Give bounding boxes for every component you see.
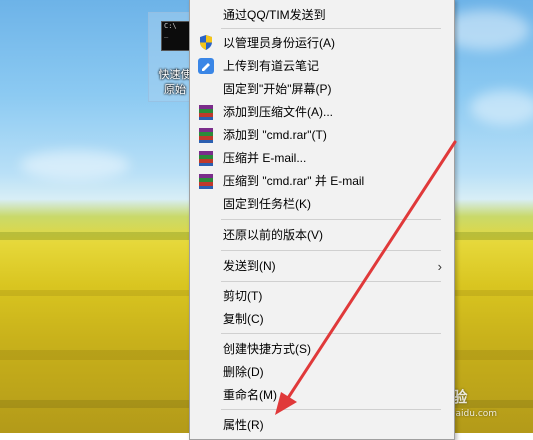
winrar-icon — [198, 173, 214, 189]
menu-item-compress-email[interactable]: 压缩并 E-mail... — [190, 147, 454, 169]
winrar-icon — [198, 127, 214, 143]
menu-separator — [221, 281, 441, 282]
cloud — [470, 90, 533, 125]
menu-item-label: 压缩到 "cmd.rar" 并 E-mail — [223, 174, 365, 188]
menu-item-label: 剪切(T) — [223, 289, 263, 303]
menu-item-pin-taskbar[interactable]: 固定到任务栏(K) — [190, 193, 454, 215]
menu-separator — [221, 409, 441, 410]
menu-item-label: 上传到有道云笔记 — [223, 59, 320, 73]
menu-item-label: 发送到(N) — [223, 259, 276, 273]
menu-item-add-archive[interactable]: 添加到压缩文件(A)... — [190, 101, 454, 123]
cmd-icon: C:\ _ — [161, 21, 191, 51]
menu-item-label: 通过QQ/TIM发送到 — [223, 8, 326, 22]
menu-separator — [221, 219, 441, 220]
menu-item-run-as-admin[interactable]: 以管理员身份运行(A) — [190, 32, 454, 54]
menu-item-restore-versions[interactable]: 还原以前的版本(V) — [190, 224, 454, 246]
menu-item-label: 以管理员身份运行(A) — [223, 36, 335, 50]
menu-item-create-shortcut[interactable]: 创建快捷方式(S) — [190, 338, 454, 360]
cloud — [20, 150, 130, 180]
chevron-right-icon: › — [437, 259, 442, 274]
menu-separator — [221, 333, 441, 334]
menu-item-label: 删除(D) — [223, 365, 264, 379]
menu-item-compress-cmd-email[interactable]: 压缩到 "cmd.rar" 并 E-mail — [190, 170, 454, 192]
menu-separator — [221, 250, 441, 251]
menu-item-label: 固定到"开始"屏幕(P) — [223, 82, 332, 96]
menu-item-copy[interactable]: 复制(C) — [190, 308, 454, 330]
menu-item-label: 添加到 "cmd.rar"(T) — [223, 128, 327, 142]
menu-item-label: 固定到任务栏(K) — [223, 197, 311, 211]
menu-item-label: 复制(C) — [223, 312, 264, 326]
menu-item-pin-start[interactable]: 固定到"开始"屏幕(P) — [190, 78, 454, 100]
menu-item-label: 属性(R) — [223, 418, 264, 432]
menu-item-youdao-note[interactable]: 上传到有道云笔记 — [190, 55, 454, 77]
youdao-note-icon — [198, 58, 214, 74]
menu-item-label: 还原以前的版本(V) — [223, 228, 323, 242]
menu-item-rename[interactable]: 重命名(M) — [190, 384, 454, 406]
menu-item-label: 压缩并 E-mail... — [223, 151, 307, 165]
menu-item-label: 创建快捷方式(S) — [223, 342, 311, 356]
menu-separator — [221, 28, 441, 29]
context-menu: 通过QQ/TIM发送到 以管理员身份运行(A) 上传到有道云笔记 固定到"开始"… — [189, 0, 455, 440]
menu-item-label: 重命名(M) — [223, 388, 277, 402]
menu-item-label: 添加到压缩文件(A)... — [223, 105, 333, 119]
menu-item-add-cmd-rar[interactable]: 添加到 "cmd.rar"(T) — [190, 124, 454, 146]
menu-item-send-to[interactable]: 发送到(N) › — [190, 255, 454, 277]
winrar-icon — [198, 150, 214, 166]
winrar-icon — [198, 104, 214, 120]
uac-shield-icon — [198, 35, 214, 51]
menu-item-cut[interactable]: 剪切(T) — [190, 285, 454, 307]
menu-item-send-qq[interactable]: 通过QQ/TIM发送到 — [190, 4, 454, 26]
menu-item-delete[interactable]: 删除(D) — [190, 361, 454, 383]
